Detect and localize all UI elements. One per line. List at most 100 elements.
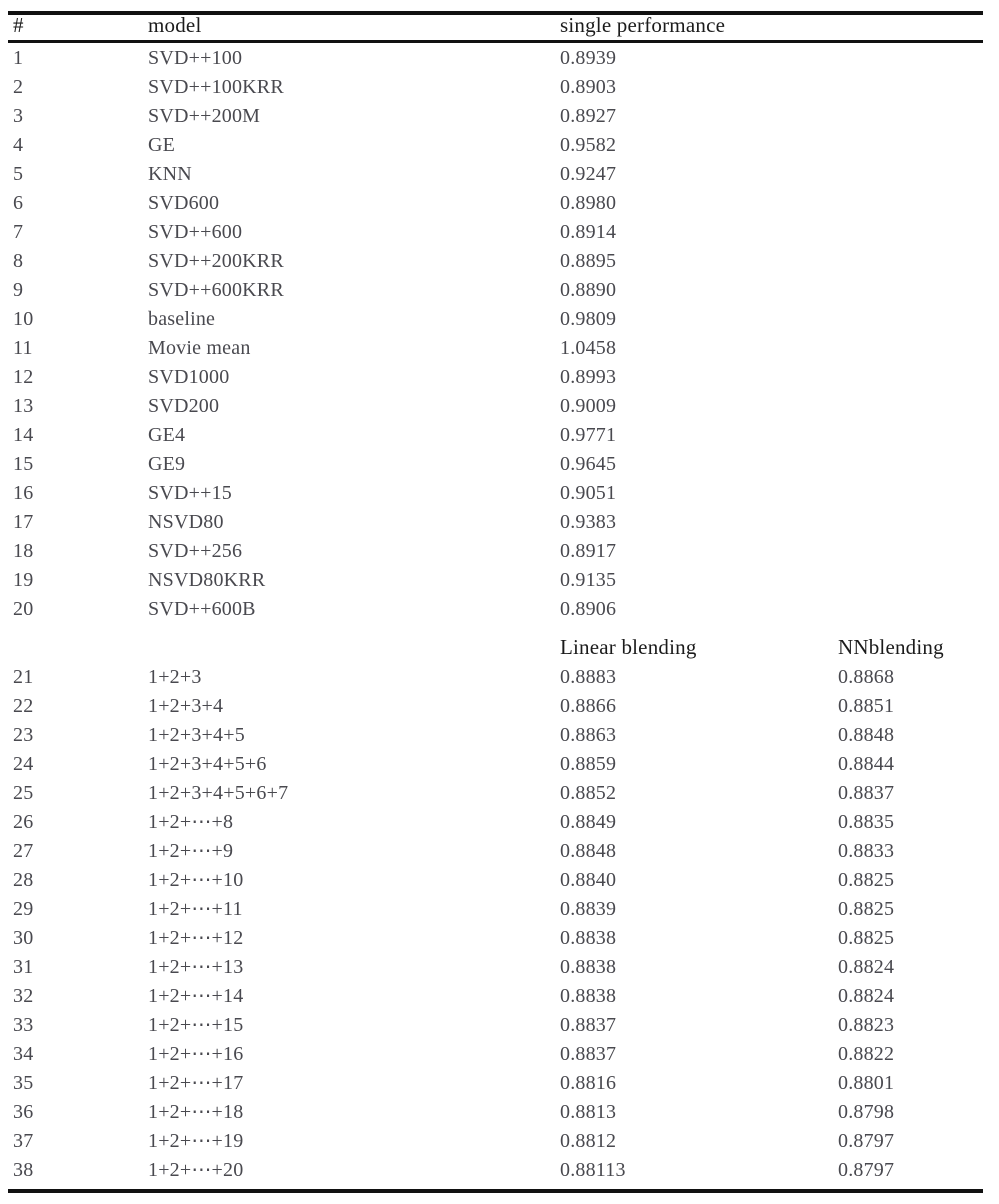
row-nn-blending: 0.8823 [838,1014,895,1036]
row-single-performance: 0.8906 [560,598,617,620]
row-index: 25 [13,782,34,804]
row-model-name: 1+2+⋯+12 [148,927,244,949]
row-linear-blending: 0.8812 [560,1130,617,1152]
table-row: 7 SVD++600 0.8914 [0,218,999,247]
row-single-performance: 0.9009 [560,395,617,417]
row-model-name: SVD++100KRR [148,76,284,98]
row-nn-blending: 0.8825 [838,898,895,920]
row-model-name: SVD++600 [148,221,243,243]
row-model-name: Movie mean [148,337,251,359]
row-nn-blending: 0.8801 [838,1072,895,1094]
row-model-name: SVD++600KRR [148,279,284,301]
table-row: 37 1+2+⋯+19 0.8812 0.8797 [0,1127,999,1156]
table-row: 34 1+2+⋯+16 0.8837 0.8822 [0,1040,999,1069]
row-model-name: SVD600 [148,192,220,214]
row-nn-blending: 0.8797 [838,1130,895,1152]
row-index: 17 [13,511,34,533]
row-index: 9 [13,279,24,301]
table-row: 3 SVD++200M 0.8927 [0,102,999,131]
row-linear-blending: 0.8838 [560,956,617,978]
row-nn-blending: 0.8797 [838,1159,895,1181]
table-row: 35 1+2+⋯+17 0.8816 0.8801 [0,1069,999,1098]
table-row: 33 1+2+⋯+15 0.8837 0.8823 [0,1011,999,1040]
row-index: 3 [13,105,24,127]
table-row: 5 KNN 0.9247 [0,160,999,189]
row-index: 21 [13,666,34,688]
table-row: 36 1+2+⋯+18 0.8813 0.8798 [0,1098,999,1127]
row-model-name: SVD++256 [148,540,243,562]
table-row: 26 1+2+⋯+8 0.8849 0.8835 [0,808,999,837]
row-model-name: SVD++200M [148,105,261,127]
row-index: 31 [13,956,34,978]
row-model-name: 1+2+⋯+16 [148,1043,244,1065]
row-model-name: SVD++15 [148,482,232,504]
column-header-model: model [148,13,202,37]
row-model-name: NSVD80 [148,511,224,533]
row-model-name: 1+2+3+4+5+6 [148,753,267,775]
row-index: 27 [13,840,34,862]
row-index: 20 [13,598,34,620]
table-row: 28 1+2+⋯+10 0.8840 0.8825 [0,866,999,895]
row-single-performance: 1.0458 [560,337,617,359]
row-index: 35 [13,1072,34,1094]
row-index: 26 [13,811,34,833]
table-row: 9 SVD++600KRR 0.8890 [0,276,999,305]
row-index: 24 [13,753,34,775]
row-model-name: 1+2+⋯+10 [148,869,244,891]
row-nn-blending: 0.8837 [838,782,895,804]
table-row: 8 SVD++200KRR 0.8895 [0,247,999,276]
model-performance-table: # model single performance 1 SVD++100 0.89… [0,0,999,1204]
row-index: 4 [13,134,24,156]
row-single-performance: 0.9383 [560,511,617,533]
row-single-performance: 0.9051 [560,482,617,504]
row-model-name: SVD++200KRR [148,250,284,272]
row-linear-blending: 0.8838 [560,985,617,1007]
table-row: 17 NSVD80 0.9383 [0,508,999,537]
row-single-performance: 0.9809 [560,308,617,330]
row-index: 29 [13,898,34,920]
row-nn-blending: 0.8825 [838,869,895,891]
row-nn-blending: 0.8848 [838,724,895,746]
row-single-performance: 0.8927 [560,105,617,127]
row-linear-blending: 0.8848 [560,840,617,862]
table-row: 18 SVD++256 0.8917 [0,537,999,566]
row-linear-blending: 0.8837 [560,1014,617,1036]
row-single-performance: 0.8980 [560,192,617,214]
row-single-performance: 0.8903 [560,76,617,98]
row-index: 1 [13,47,24,69]
row-nn-blending: 0.8824 [838,956,895,978]
row-model-name: 1+2+⋯+19 [148,1130,244,1152]
row-model-name: 1+2+3+4 [148,695,224,717]
table-row: 30 1+2+⋯+12 0.8838 0.8825 [0,924,999,953]
row-model-name: 1+2+⋯+9 [148,840,234,862]
row-linear-blending: 0.8837 [560,1043,617,1065]
row-single-performance: 0.8917 [560,540,617,562]
row-index: 15 [13,453,34,475]
row-index: 5 [13,163,24,185]
table-row: 38 1+2+⋯+20 0.88113 0.8797 [0,1156,999,1185]
row-index: 23 [13,724,34,746]
row-model-name: GE9 [148,453,186,475]
table-row: 31 1+2+⋯+13 0.8838 0.8824 [0,953,999,982]
row-single-performance: 0.9645 [560,453,617,475]
row-index: 13 [13,395,34,417]
row-model-name: 1+2+⋯+15 [148,1014,244,1036]
row-linear-blending: 0.88113 [560,1159,626,1181]
row-linear-blending: 0.8813 [560,1101,617,1123]
row-nn-blending: 0.8868 [838,666,895,688]
row-index: 10 [13,308,34,330]
row-index: 11 [13,337,33,359]
table-header-rule [8,40,983,43]
row-single-performance: 0.9582 [560,134,617,156]
row-nn-blending: 0.8825 [838,927,895,949]
row-single-performance: 0.8914 [560,221,617,243]
row-index: 16 [13,482,34,504]
row-linear-blending: 0.8839 [560,898,617,920]
column-header-single-performance: single performance [560,13,726,37]
table-row: 1 SVD++100 0.8939 [0,44,999,73]
row-model-name: 1+2+⋯+8 [148,811,234,833]
row-index: 28 [13,869,34,891]
row-index: 36 [13,1101,34,1123]
row-nn-blending: 0.8844 [838,753,895,775]
column-header-nn-blending: NNblending [838,635,944,659]
